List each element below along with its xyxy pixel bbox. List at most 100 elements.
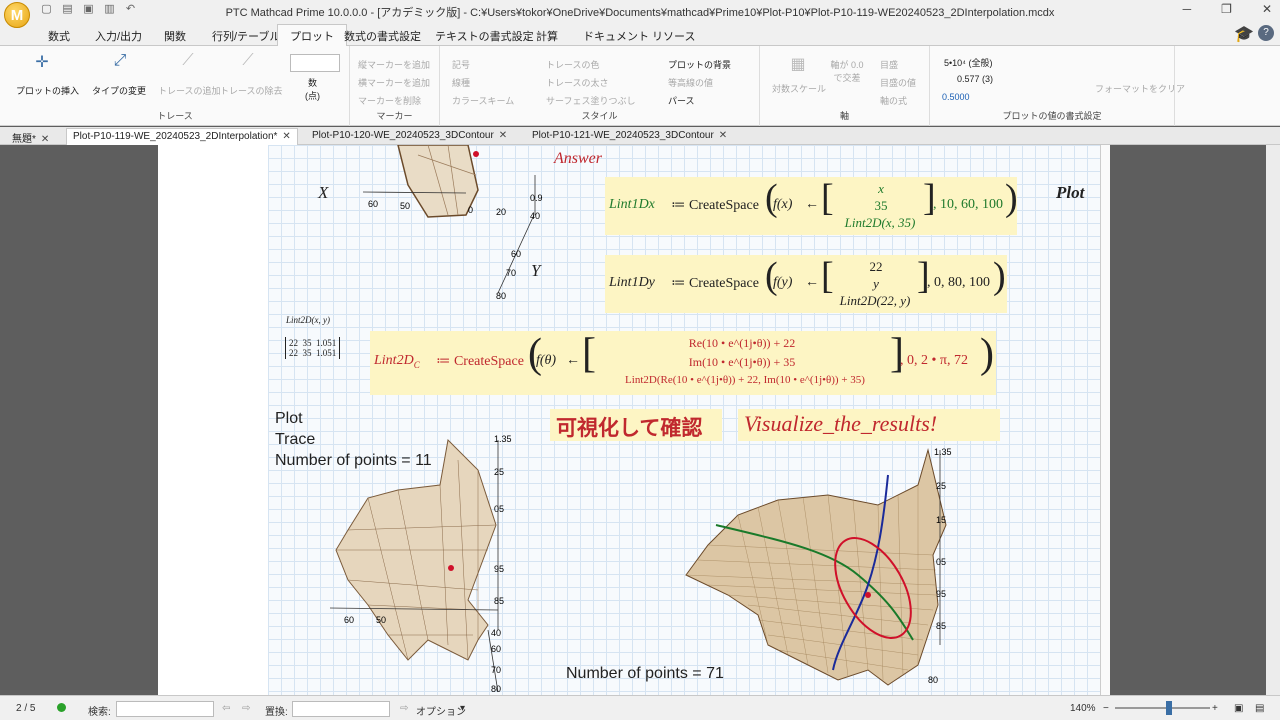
target-value-button[interactable]: 目盛の値: [880, 76, 916, 89]
precision-stepper[interactable]: 0.577 (3): [957, 74, 993, 84]
number-format-dropdown[interactable]: 5•10⁴ (全般): [944, 56, 993, 69]
zoom-in-icon[interactable]: +: [1212, 703, 1218, 714]
change-type-icon[interactable]: ⤢: [108, 52, 132, 70]
document-tabs: 無題* ✕ Plot-P10-119-WE_20240523_2DInterpol…: [0, 127, 1280, 145]
doc-tab-label: Plot-P10-120-WE_20240523_3DContour: [312, 130, 494, 141]
symbol-dropdown[interactable]: 記号: [452, 58, 470, 71]
primary-tick-button[interactable]: 目盛: [880, 58, 898, 71]
doc-tab-label: Plot-P10-119-WE_20240523_2DInterpolation…: [73, 131, 278, 142]
add-trace-icon[interactable]: ⟋: [176, 52, 200, 70]
remove-trace-icon[interactable]: ⟋: [236, 52, 260, 70]
doc-tab-121[interactable]: Plot-P10-121-WE_20240523_3DContour ✕: [526, 128, 733, 145]
left-3d-surface-plot[interactable]: 1.35 25 05 95 85 60 50 40 60 70 80: [328, 430, 548, 695]
log-scale-icon[interactable]: ▦: [786, 54, 810, 74]
equation-lint1dy[interactable]: Lint1Dy ≔ CreateSpace ( f(y) ← [ 22 y Li…: [605, 255, 1007, 313]
contour-values-button[interactable]: 等高線の値: [668, 76, 713, 89]
left-z-tick: 1.35: [494, 434, 512, 444]
clear-format-button[interactable]: フォーマットをクリア: [1095, 82, 1185, 95]
delete-marker-button[interactable]: マーカーを削除: [358, 94, 421, 107]
trace-width-dropdown[interactable]: トレースの太さ: [546, 76, 609, 89]
change-type-button[interactable]: タイプの変更: [92, 84, 146, 97]
close-tab-icon[interactable]: ✕: [282, 131, 290, 142]
search-prev-icon[interactable]: ⇦: [222, 703, 230, 714]
close-icon[interactable]: ✕: [1262, 2, 1272, 16]
matrix-label: Lint2D(x, y): [286, 315, 330, 325]
window-controls: ─ ❐ ✕: [1183, 2, 1272, 16]
log-scale-button[interactable]: 対数スケール: [772, 82, 826, 95]
page-scrollbar[interactable]: [1100, 145, 1110, 695]
minimize-icon[interactable]: ─: [1183, 2, 1192, 16]
remove-trace-button[interactable]: トレースの除去: [220, 84, 283, 97]
right-z-tick: 1.35: [934, 447, 952, 457]
close-tab-icon[interactable]: ✕: [719, 130, 727, 141]
eq3-lhs: Lint2DC: [374, 353, 420, 370]
vertical-marker-button[interactable]: 縦マーカーを追加: [358, 58, 430, 71]
color-scheme-dropdown[interactable]: カラースキーム: [452, 94, 514, 107]
surface-fill-dropdown[interactable]: サーフェス塗りつぶし: [546, 94, 636, 107]
search-input[interactable]: [116, 701, 214, 717]
vertical-scrollbar[interactable]: [1266, 145, 1280, 695]
options-dropdown-icon[interactable]: ▾: [460, 703, 465, 714]
top-y-tick: 70: [506, 268, 516, 278]
left-z-tick: 25: [494, 467, 504, 477]
perspective-button[interactable]: パース: [668, 94, 695, 107]
page-view-icon[interactable]: ▣: [1234, 703, 1243, 714]
points-label: 数 (点): [305, 78, 320, 101]
graduation-cap-icon[interactable]: 🎓: [1234, 24, 1254, 44]
tab-text-formatting[interactable]: テキストの書式設定: [435, 28, 534, 44]
replace-input[interactable]: [292, 701, 390, 717]
draft-view-icon[interactable]: ▤: [1255, 703, 1264, 714]
tab-matrices-tables[interactable]: 行列/テーブル: [212, 28, 280, 44]
axis-formula-button[interactable]: 軸の式: [880, 94, 907, 107]
restore-icon[interactable]: ❐: [1221, 2, 1232, 16]
top-x-tick: 50: [400, 201, 410, 211]
app-logo[interactable]: M: [4, 2, 30, 28]
top-y-tick: 80: [496, 291, 506, 301]
close-tab-icon[interactable]: ✕: [499, 130, 507, 141]
zoom-out-icon[interactable]: −: [1103, 703, 1109, 714]
options-button[interactable]: オプション: [416, 703, 466, 718]
doc-tab-120[interactable]: Plot-P10-120-WE_20240523_3DContour ✕: [306, 128, 513, 145]
doc-tab-label: 無題*: [12, 134, 36, 145]
add-trace-button[interactable]: トレースの追加: [158, 84, 221, 97]
right-z-tick: 05: [936, 557, 946, 567]
line-style-dropdown[interactable]: 線種: [452, 76, 470, 89]
replace-icon[interactable]: ⇨: [400, 703, 408, 714]
group-traces-label: トレース: [157, 111, 193, 121]
top-3d-plot[interactable]: 60 50 0 20 40 0.9 60 70 80: [338, 145, 578, 305]
tab-plots[interactable]: プロット: [277, 24, 347, 47]
horizontal-marker-button[interactable]: 横マーカーを追加: [358, 76, 430, 89]
left-y-tick: 40: [491, 628, 501, 638]
tab-math-formatting[interactable]: 数式の書式設定: [344, 28, 421, 44]
zoom-slider[interactable]: [1115, 707, 1210, 709]
right-3d-surface-plot[interactable]: 1.35 25 15 05 95 85 80: [678, 445, 958, 695]
group-markers: 縦マーカーを追加 横マーカーを追加 マーカーを削除 マーカー: [350, 46, 440, 126]
eq1-lhs: Lint1Dx: [609, 197, 655, 212]
zoom-slider-thumb[interactable]: [1166, 701, 1172, 715]
trace-color-dropdown[interactable]: トレースの色: [546, 58, 600, 71]
tab-math[interactable]: 数式: [48, 28, 70, 44]
left-x-tick: 60: [344, 615, 354, 625]
group-axes-label: 軸: [839, 111, 849, 121]
tab-resources[interactable]: リソース: [652, 28, 695, 44]
insert-plot-icon[interactable]: ✛: [30, 52, 54, 72]
answer-label: Answer: [554, 150, 602, 167]
points-combo[interactable]: [290, 54, 340, 72]
insert-plot-button[interactable]: プロットの挿入: [16, 84, 79, 97]
tab-input-output[interactable]: 入力/出力: [95, 28, 142, 44]
doc-tab-untitled[interactable]: 無題* ✕: [6, 128, 55, 145]
equation-lint2dc[interactable]: Lint2DC ≔ CreateSpace ( f(θ) ← [ Re(10 •…: [370, 331, 996, 395]
result-matrix[interactable]: 22 35 1.051 22 35 1.051: [285, 337, 341, 359]
close-tab-icon[interactable]: ✕: [41, 134, 49, 145]
tab-functions[interactable]: 関数: [164, 28, 186, 44]
axis-cross-button[interactable]: 軸が 0.0 で交差: [830, 58, 864, 84]
tab-calculation[interactable]: 計算: [536, 28, 558, 44]
eq2-fn: f(y): [773, 275, 793, 290]
search-next-icon[interactable]: ⇨: [242, 703, 250, 714]
help-icon[interactable]: ?: [1258, 25, 1274, 41]
axis-label-x: X: [318, 183, 329, 202]
equation-lint1dx[interactable]: Lint1Dx ≔ CreateSpace ( f(x) ← [ x 35 Li…: [605, 177, 1018, 235]
plot-background-dropdown[interactable]: プロットの背景: [668, 58, 731, 71]
tab-document[interactable]: ドキュメント: [583, 28, 649, 44]
doc-tab-119[interactable]: Plot-P10-119-WE_20240523_2DInterpolation…: [66, 128, 298, 145]
